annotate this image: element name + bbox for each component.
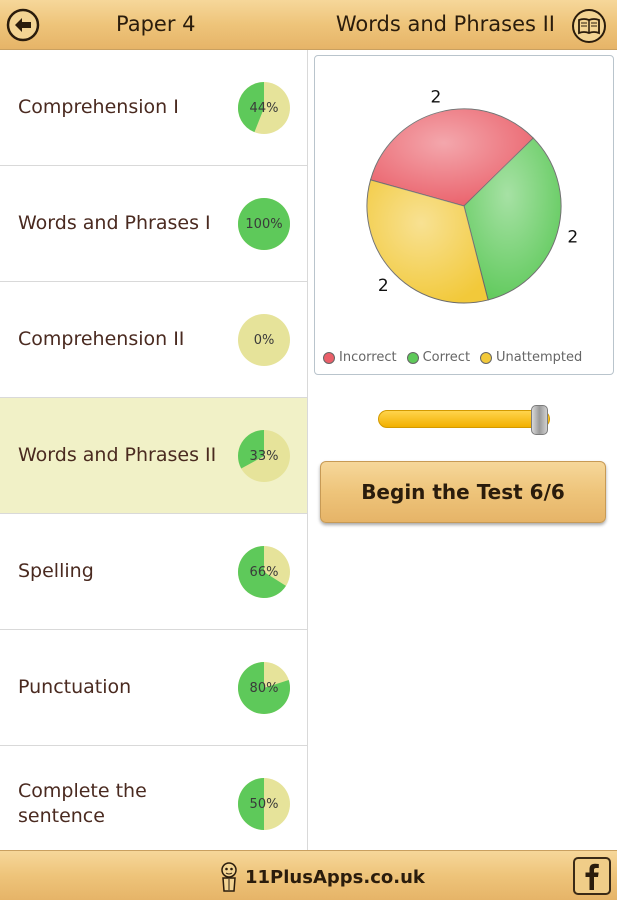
- book-icon: [572, 9, 606, 43]
- progress-badge: 80%: [237, 661, 291, 715]
- list-item-label: Words and Phrases II: [18, 444, 217, 466]
- begin-test-button[interactable]: Begin the Test 6/6: [320, 461, 606, 523]
- list-item-label: Comprehension I: [18, 96, 179, 118]
- slider-thumb[interactable]: [531, 405, 548, 435]
- progress-badge: 33%: [237, 429, 291, 483]
- mascot-icon: [221, 862, 237, 892]
- topic-list: Comprehension I 44% Words and Phrases I 100…: [0, 50, 308, 850]
- progress-percent: 33%: [249, 448, 279, 464]
- list-item-label: Spelling: [18, 560, 94, 582]
- list-item[interactable]: Comprehension II 0%: [0, 282, 307, 398]
- legend-label-incorrect: Incorrect: [339, 350, 397, 365]
- progress-percent: 0%: [253, 332, 275, 348]
- legend-dot-correct: [406, 351, 419, 364]
- progress-badge: 100%: [237, 197, 291, 251]
- data-label-correct: 2: [567, 227, 578, 247]
- list-item[interactable]: Comprehension I 44%: [0, 50, 307, 166]
- facebook-button[interactable]: [573, 857, 611, 895]
- list-item[interactable]: Punctuation 80%: [0, 630, 307, 746]
- legend-item-incorrect: Incorrect: [323, 350, 397, 365]
- legend-label-correct: Correct: [422, 350, 471, 365]
- back-button[interactable]: [6, 8, 40, 42]
- slider-track[interactable]: [378, 410, 550, 428]
- legend-dot-unattempted: [480, 351, 493, 364]
- book-button[interactable]: [571, 8, 607, 44]
- data-label-unattempted: 2: [378, 276, 389, 296]
- progress-percent: 50%: [249, 796, 279, 812]
- progress-percent: 100%: [245, 216, 283, 232]
- facebook-icon: [573, 857, 611, 895]
- brand-link[interactable]: 11PlusApps.co.uk: [217, 861, 425, 893]
- chart-legend: Incorrect Correct Unattempted: [323, 350, 582, 365]
- legend-label-unattempted: Unattempted: [496, 350, 583, 365]
- legend-item-correct: Correct: [406, 350, 471, 365]
- progress-badge: 0%: [237, 313, 291, 367]
- brand-text: 11PlusApps.co.uk: [245, 866, 425, 888]
- back-arrow-icon: [6, 8, 40, 42]
- legend-item-unattempted: Unattempted: [480, 350, 582, 365]
- list-item[interactable]: Spelling 66%: [0, 514, 307, 630]
- list-item[interactable]: Words and Phrases I 100%: [0, 166, 307, 282]
- legend-dot-incorrect: [323, 351, 335, 364]
- list-item-label: Words and Phrases I: [18, 212, 211, 234]
- progress-percent: 80%: [249, 680, 279, 696]
- progress-percent: 66%: [249, 564, 279, 580]
- list-item-label: Complete the sentence: [18, 779, 147, 827]
- list-item[interactable]: Words and Phrases II 33%: [0, 398, 307, 514]
- progress-badge: 50%: [237, 777, 291, 831]
- progress-badge: 44%: [237, 81, 291, 135]
- data-label-incorrect: 2: [430, 88, 441, 108]
- bottom-bar: 11PlusApps.co.uk: [0, 850, 617, 900]
- progress-badge: 66%: [237, 545, 291, 599]
- page-title: Words and Phrases II: [335, 12, 555, 36]
- question-count-slider[interactable]: [378, 405, 550, 435]
- list-item[interactable]: Complete the sentence 50%: [0, 746, 307, 850]
- paper-title: Paper 4: [116, 12, 196, 36]
- progress-percent: 44%: [249, 100, 279, 116]
- top-bar: Paper 4 Words and Phrases II: [0, 0, 617, 50]
- results-chart: 2 2 2 Incorrect Correct Unattempted: [314, 55, 614, 375]
- list-item-label: Comprehension II: [18, 328, 185, 350]
- pie-chart: 2 2 2: [366, 88, 578, 304]
- list-item-label: Punctuation: [18, 676, 132, 698]
